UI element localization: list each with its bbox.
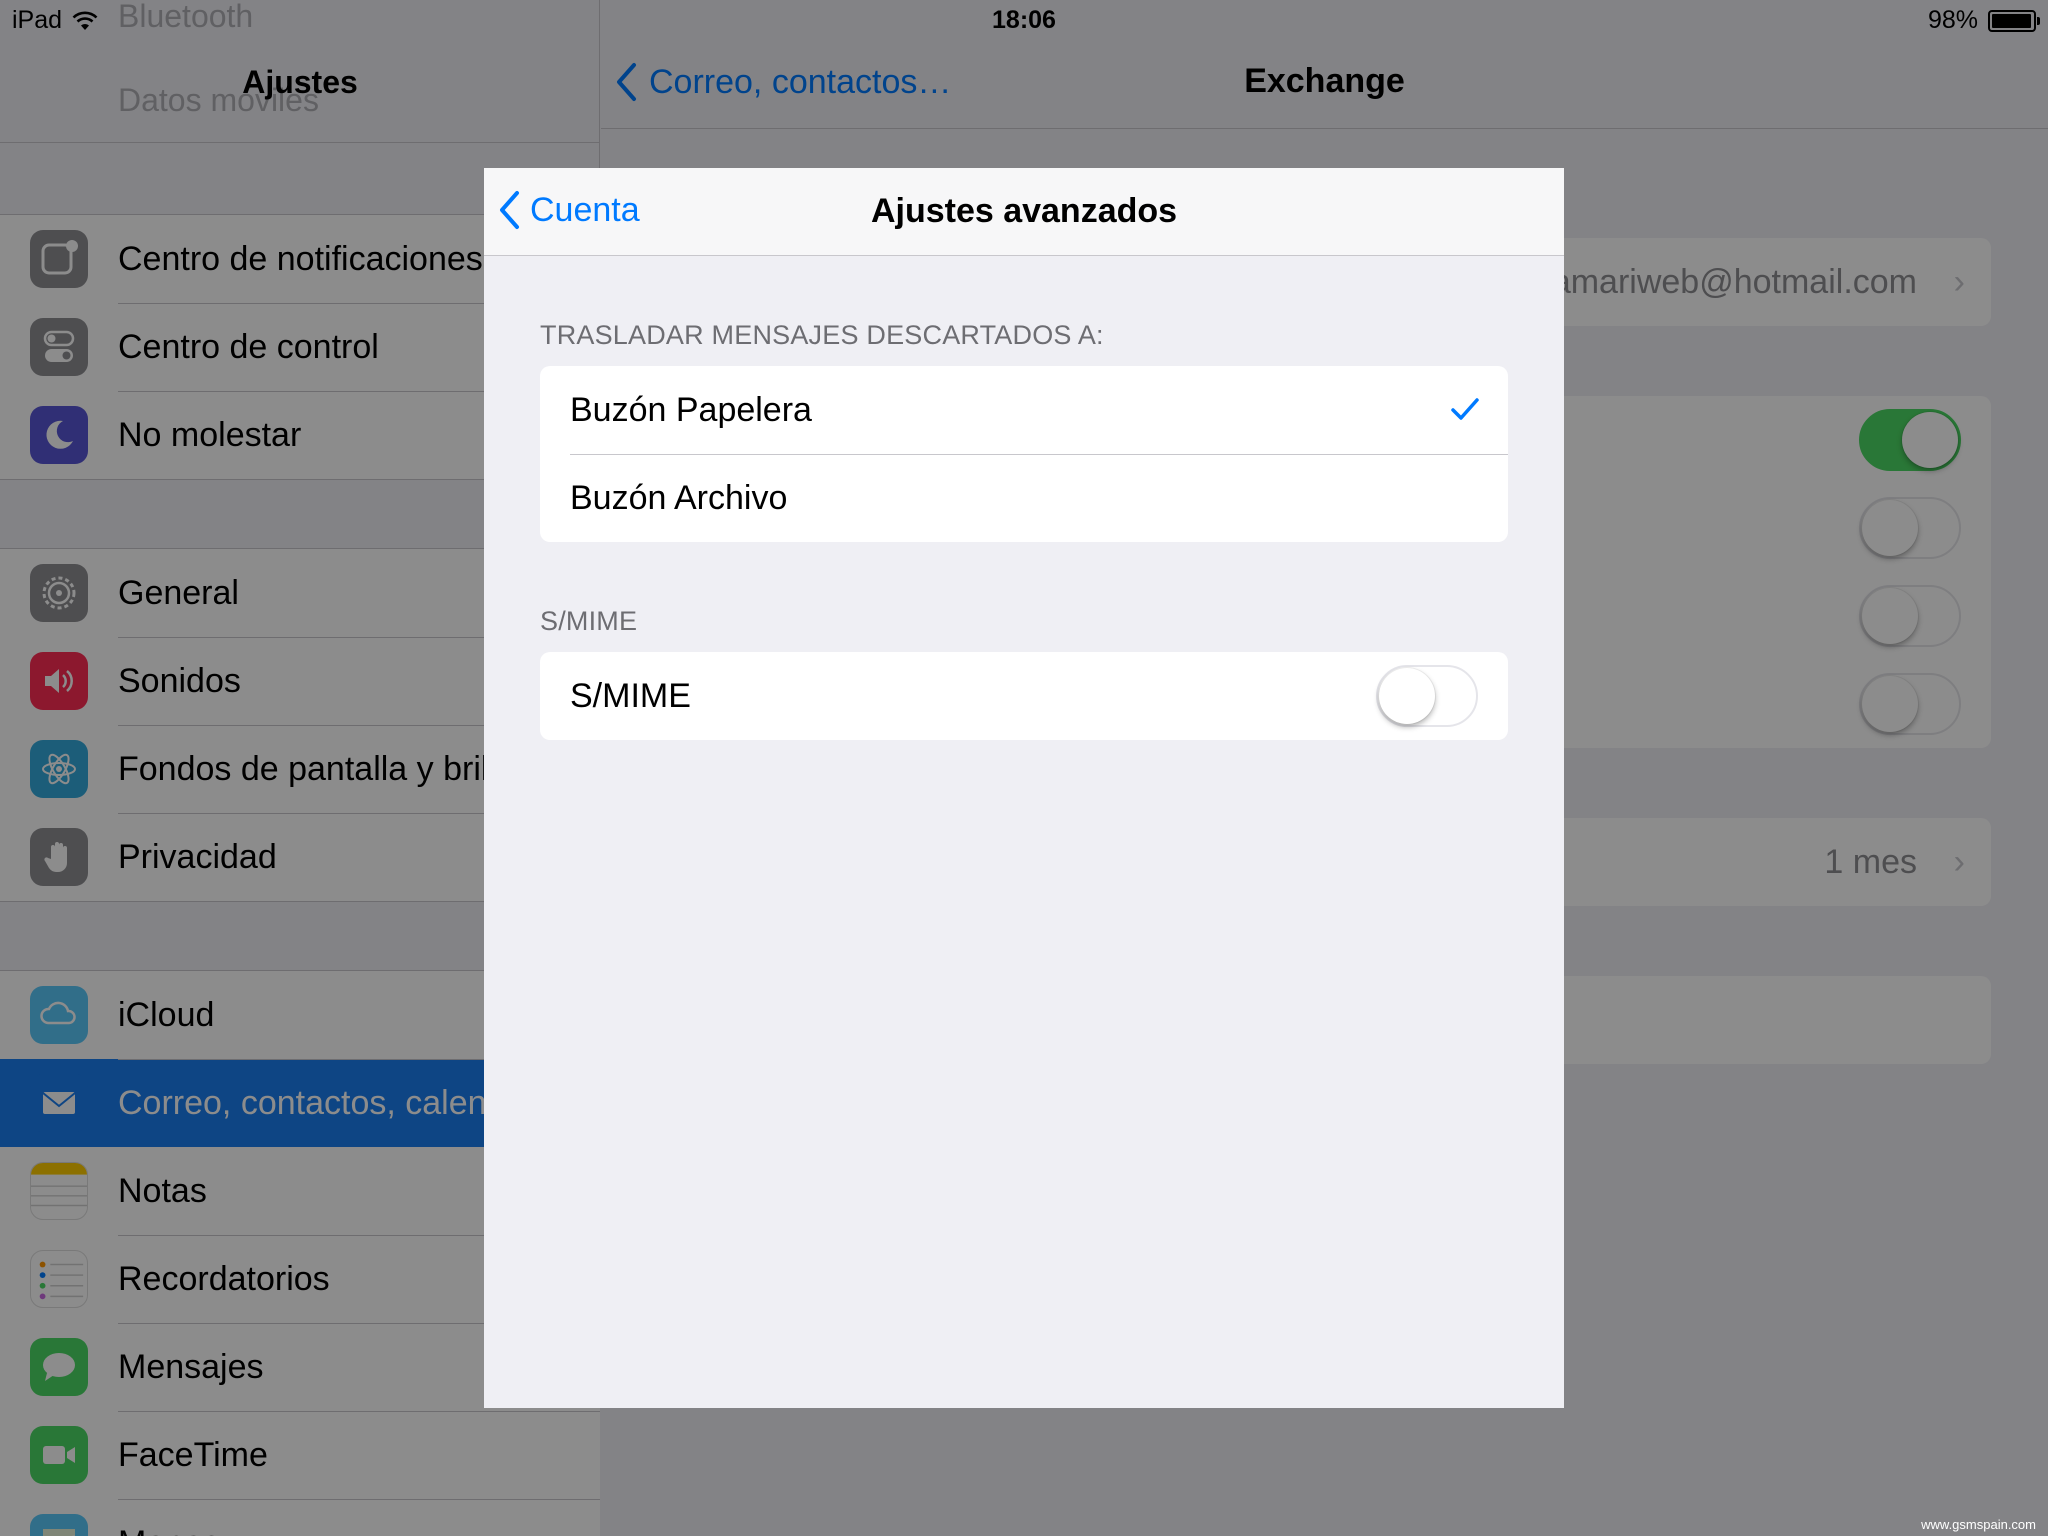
discarded-mailbox-group: Buzón Papelera Buzón Archivo (540, 366, 1508, 542)
smime-group: S/MIME (540, 652, 1508, 740)
battery: 98% (1927, 6, 2040, 35)
battery-percent: 98% (1927, 6, 1978, 34)
option-label: Buzón Papelera (570, 391, 812, 429)
modal-nav-bar: Cuenta Ajustes avanzados (484, 168, 1564, 256)
section-header: S/MIME (540, 606, 638, 636)
smime-toggle[interactable] (1376, 665, 1478, 727)
clock: 18:06 (992, 6, 1056, 34)
battery-icon (1988, 9, 2040, 32)
modal-title: Ajustes avanzados (870, 192, 1178, 230)
checkmark-icon (1451, 398, 1479, 420)
option-archive-mailbox[interactable]: Buzón Archivo (540, 454, 1508, 542)
option-label: Buzón Archivo (570, 479, 788, 517)
toggle-knob (1379, 668, 1435, 724)
battery-level (1992, 13, 2032, 28)
option-trash-mailbox[interactable]: Buzón Papelera (540, 366, 1508, 454)
watermark: www.gsmspain.com (1921, 1517, 2036, 1532)
advanced-settings-sheet: Cuenta Ajustes avanzados TRASLADAR MENSA… (484, 168, 1564, 1408)
section-header: TRASLADAR MENSAJES DESCARTADOS A: (540, 320, 1104, 350)
smime-label: S/MIME (570, 677, 691, 715)
status-bar: iPad 18:06 98% (0, 0, 2048, 40)
smime-row: S/MIME (540, 652, 1508, 740)
